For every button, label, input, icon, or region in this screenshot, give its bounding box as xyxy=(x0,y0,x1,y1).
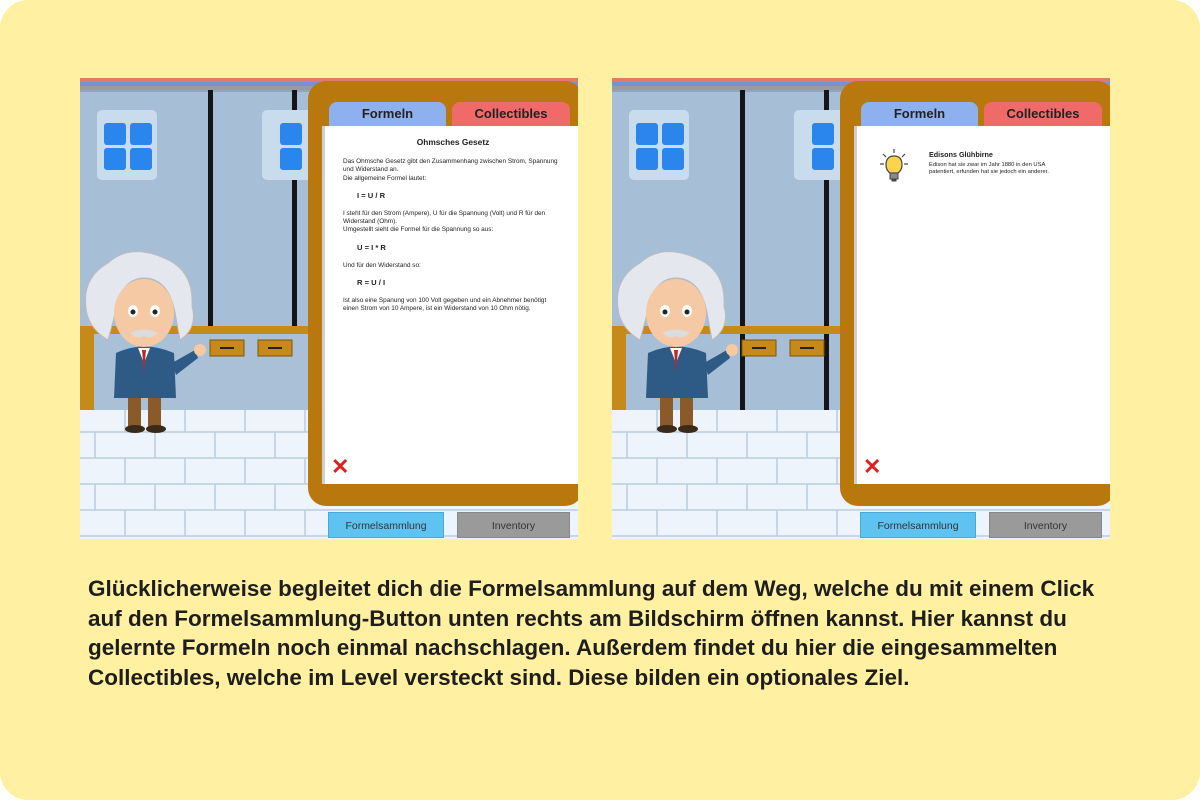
close-x-icon[interactable]: ✕ xyxy=(331,456,353,478)
formelsammlung-panel: Formeln Collectibles Ohmsches Gesetz Das… xyxy=(308,81,578,506)
light-bulb-icon xyxy=(880,149,908,182)
example-text: Ist also eine Spanung von 100 Volt gegeb… xyxy=(343,297,547,313)
formelsammlung-panel: Formeln Collectibles Edisons Glühbirne E… xyxy=(840,81,1110,506)
tab-formeln[interactable]: Formeln xyxy=(329,102,446,126)
explanation-text: I steht für den Strom (Ampere), U für di… xyxy=(343,210,546,226)
game-screenshot-formeln: Formeln Collectibles Ohmsches Gesetz Das… xyxy=(80,78,578,539)
collectibles-page: Edisons Glühbirne Edison hat sie zwar im… xyxy=(854,126,1110,484)
tab-collectibles[interactable]: Collectibles xyxy=(452,102,570,126)
game-screenshot-collectibles: Formeln Collectibles Edisons Glühbirne E… xyxy=(612,78,1110,539)
formula-current: I = U / R xyxy=(357,190,386,200)
slide-card: Formeln Collectibles Ohmsches Gesetz Das… xyxy=(0,0,1200,800)
formelsammlung-button[interactable]: Formelsammlung xyxy=(328,512,444,538)
caption-text: Glücklicherweise begleitet dich die Form… xyxy=(88,576,1095,690)
tab-formeln[interactable]: Formeln xyxy=(861,102,978,126)
formula-voltage: U = I * R xyxy=(357,242,386,252)
collectible-title: Edisons Glühbirne xyxy=(929,150,993,159)
formula-resistance: R = U / I xyxy=(357,278,386,288)
tab-collectibles[interactable]: Collectibles xyxy=(984,102,1102,126)
formelsammlung-button[interactable]: Formelsammlung xyxy=(860,512,976,538)
intro-text-2: Die allgemeine Formel lautet: xyxy=(343,174,427,182)
formula-page: Ohmsches Gesetz Das Ohmsche Gesetz gibt … xyxy=(322,126,578,484)
collectible-item: Edisons Glühbirne Edison hat sie zwar im… xyxy=(879,148,1109,188)
inventory-button[interactable]: Inventory xyxy=(457,512,570,538)
resistance-intro: Und für den Widerstand so: xyxy=(343,261,421,269)
collectible-description: Edison hat sie zwar im Jahr 1880 in den … xyxy=(929,162,1049,175)
formula-content: Ohmsches Gesetz Das Ohmsche Gesetz gibt … xyxy=(343,138,563,323)
inventory-button[interactable]: Inventory xyxy=(989,512,1102,538)
page-title: Ohmsches Gesetz xyxy=(416,137,490,147)
intro-text: Das Ohmsche Gesetz gibt den Zusammenhang… xyxy=(343,158,558,174)
explanation-text-2: Umgestellt sieht die Formel für die Span… xyxy=(343,226,494,234)
close-x-icon[interactable]: ✕ xyxy=(863,456,885,478)
